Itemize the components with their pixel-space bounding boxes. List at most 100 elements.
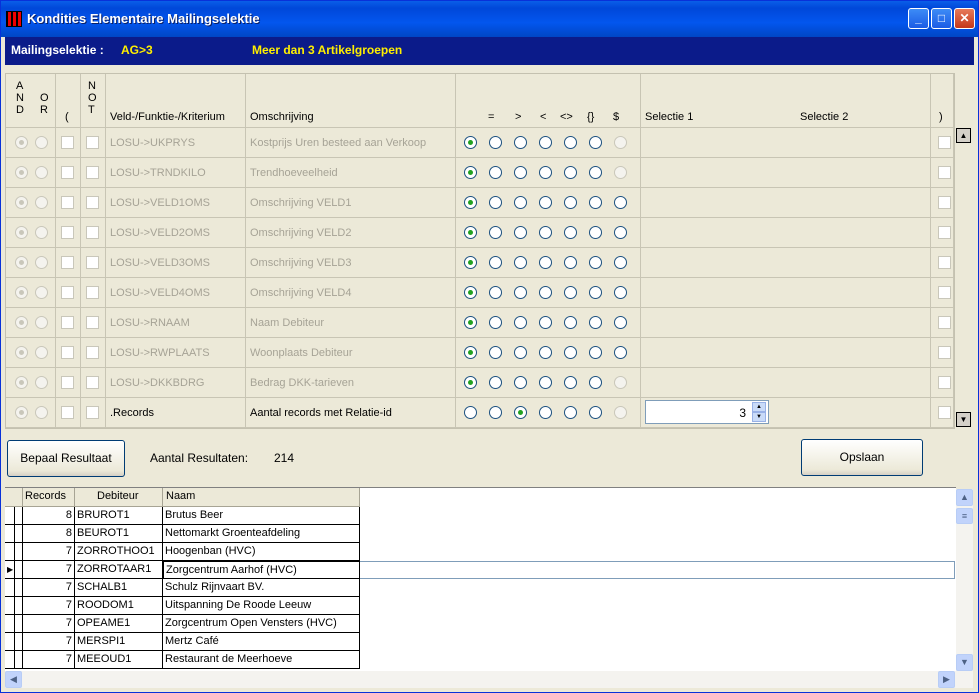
op-ne-radio[interactable] — [539, 286, 552, 299]
cell-naam[interactable]: Schulz Rijnvaart BV. — [163, 579, 360, 597]
row-indicator[interactable] — [5, 525, 15, 543]
not-checkbox[interactable] — [86, 196, 99, 209]
scroll-left-icon[interactable]: ◀ — [5, 671, 22, 688]
row-indicator[interactable] — [5, 633, 15, 651]
open-paren-checkbox[interactable] — [61, 286, 74, 299]
and-radio[interactable] — [15, 406, 28, 419]
op-dollar-radio[interactable] — [614, 316, 627, 329]
cell-records[interactable]: 8 — [23, 525, 75, 543]
cell-debiteur[interactable]: ZORROTAAR1 — [75, 561, 163, 579]
op-in-radio[interactable] — [589, 286, 602, 299]
results-horizontal-scrollbar[interactable]: ◀ ▶ — [5, 671, 973, 688]
selectie1-spinbox[interactable]: 3 ▲ ▼ — [645, 400, 769, 424]
not-checkbox[interactable] — [86, 256, 99, 269]
op-braces-radio[interactable] — [564, 196, 577, 209]
or-radio[interactable] — [35, 166, 48, 179]
op-gt-radio[interactable] — [489, 346, 502, 359]
table-row[interactable]: 7 ROODOM1 Uitspanning De Roode Leeuw — [5, 597, 956, 615]
op-gt-radio[interactable] — [489, 196, 502, 209]
cell-debiteur[interactable]: ZORROTHOO1 — [75, 543, 163, 561]
op-ne-radio[interactable] — [539, 196, 552, 209]
close-paren-checkbox[interactable] — [938, 196, 951, 209]
scroll-right-icon[interactable]: ▶ — [938, 671, 955, 688]
not-checkbox[interactable] — [86, 286, 99, 299]
title-bar[interactable]: Kondities Elementaire Mailingselektie _ … — [1, 1, 978, 37]
op-in-radio[interactable] — [589, 256, 602, 269]
op-in-radio[interactable] — [589, 346, 602, 359]
not-checkbox[interactable] — [86, 136, 99, 149]
op-gt-radio[interactable] — [489, 316, 502, 329]
cell-naam[interactable]: Mertz Café — [163, 633, 360, 651]
cell-records[interactable]: 7 — [23, 597, 75, 615]
results-vertical-scrollbar[interactable]: ▲ ≡ ▼ — [956, 489, 973, 673]
spin-down-icon[interactable]: ▼ — [752, 412, 766, 422]
op-lt-radio[interactable] — [514, 406, 527, 419]
row-indicator[interactable]: ▶ — [5, 561, 15, 579]
close-paren-checkbox[interactable] — [938, 136, 951, 149]
not-checkbox[interactable] — [86, 316, 99, 329]
cell-debiteur[interactable]: MEEOUD1 — [75, 651, 163, 669]
op-ne-radio[interactable] — [539, 136, 552, 149]
op-dollar-radio[interactable] — [614, 166, 627, 179]
cell-debiteur[interactable]: BRUROT1 — [75, 507, 163, 525]
op-braces-radio[interactable] — [564, 406, 577, 419]
op-eq-radio[interactable] — [464, 256, 477, 269]
and-radio[interactable] — [15, 226, 28, 239]
op-dollar-radio[interactable] — [614, 226, 627, 239]
and-radio[interactable] — [15, 136, 28, 149]
cell-records[interactable]: 7 — [23, 579, 75, 597]
cell-records[interactable]: 7 — [23, 561, 75, 579]
close-paren-checkbox[interactable] — [938, 346, 951, 359]
op-lt-radio[interactable] — [514, 316, 527, 329]
op-dollar-radio[interactable] — [614, 376, 627, 389]
table-row[interactable]: 7 MERSPI1 Mertz Café — [5, 633, 956, 651]
row-indicator[interactable] — [5, 615, 15, 633]
not-checkbox[interactable] — [86, 346, 99, 359]
open-paren-checkbox[interactable] — [61, 226, 74, 239]
or-radio[interactable] — [35, 256, 48, 269]
op-eq-radio[interactable] — [464, 226, 477, 239]
op-eq-radio[interactable] — [464, 346, 477, 359]
or-radio[interactable] — [35, 406, 48, 419]
op-eq-radio[interactable] — [464, 286, 477, 299]
op-in-radio[interactable] — [589, 226, 602, 239]
table-row[interactable]: 8 BEUROT1 Nettomarkt Groenteafdeling — [5, 525, 956, 543]
op-braces-radio[interactable] — [564, 256, 577, 269]
op-dollar-radio[interactable] — [614, 256, 627, 269]
op-braces-radio[interactable] — [564, 136, 577, 149]
spin-up-icon[interactable]: ▲ — [752, 402, 766, 412]
bepaal-resultaat-button[interactable]: Bepaal Resultaat — [7, 440, 125, 477]
minimize-button[interactable]: _ — [908, 8, 929, 29]
and-radio[interactable] — [15, 286, 28, 299]
op-in-radio[interactable] — [589, 166, 602, 179]
close-paren-checkbox[interactable] — [938, 286, 951, 299]
not-checkbox[interactable] — [86, 406, 99, 419]
open-paren-checkbox[interactable] — [61, 376, 74, 389]
op-in-radio[interactable] — [589, 136, 602, 149]
and-radio[interactable] — [15, 256, 28, 269]
close-paren-checkbox[interactable] — [938, 406, 951, 419]
cell-debiteur[interactable]: BEUROT1 — [75, 525, 163, 543]
cell-naam[interactable]: Zorgcentrum Open Vensters (HVC) — [163, 615, 360, 633]
op-in-radio[interactable] — [589, 406, 602, 419]
cell-debiteur[interactable]: MERSPI1 — [75, 633, 163, 651]
table-row[interactable]: 8 BRUROT1 Brutus Beer — [5, 507, 956, 525]
op-dollar-radio[interactable] — [614, 286, 627, 299]
or-radio[interactable] — [35, 196, 48, 209]
close-paren-checkbox[interactable] — [938, 316, 951, 329]
open-paren-checkbox[interactable] — [61, 316, 74, 329]
op-braces-radio[interactable] — [564, 166, 577, 179]
not-checkbox[interactable] — [86, 376, 99, 389]
table-row[interactable]: 7 MEEOUD1 Restaurant de Meerhoeve — [5, 651, 956, 669]
row-indicator[interactable] — [5, 543, 15, 561]
op-lt-radio[interactable] — [514, 196, 527, 209]
cell-naam[interactable]: Restaurant de Meerhoeve — [163, 651, 360, 669]
op-lt-radio[interactable] — [514, 166, 527, 179]
op-eq-radio[interactable] — [464, 406, 477, 419]
op-ne-radio[interactable] — [539, 226, 552, 239]
close-paren-checkbox[interactable] — [938, 226, 951, 239]
maximize-button[interactable]: □ — [931, 8, 952, 29]
open-paren-checkbox[interactable] — [61, 196, 74, 209]
and-radio[interactable] — [15, 316, 28, 329]
table-row[interactable]: ▶ 7 ZORROTAAR1 Zorgcentrum Aarhof (HVC) — [5, 561, 956, 579]
